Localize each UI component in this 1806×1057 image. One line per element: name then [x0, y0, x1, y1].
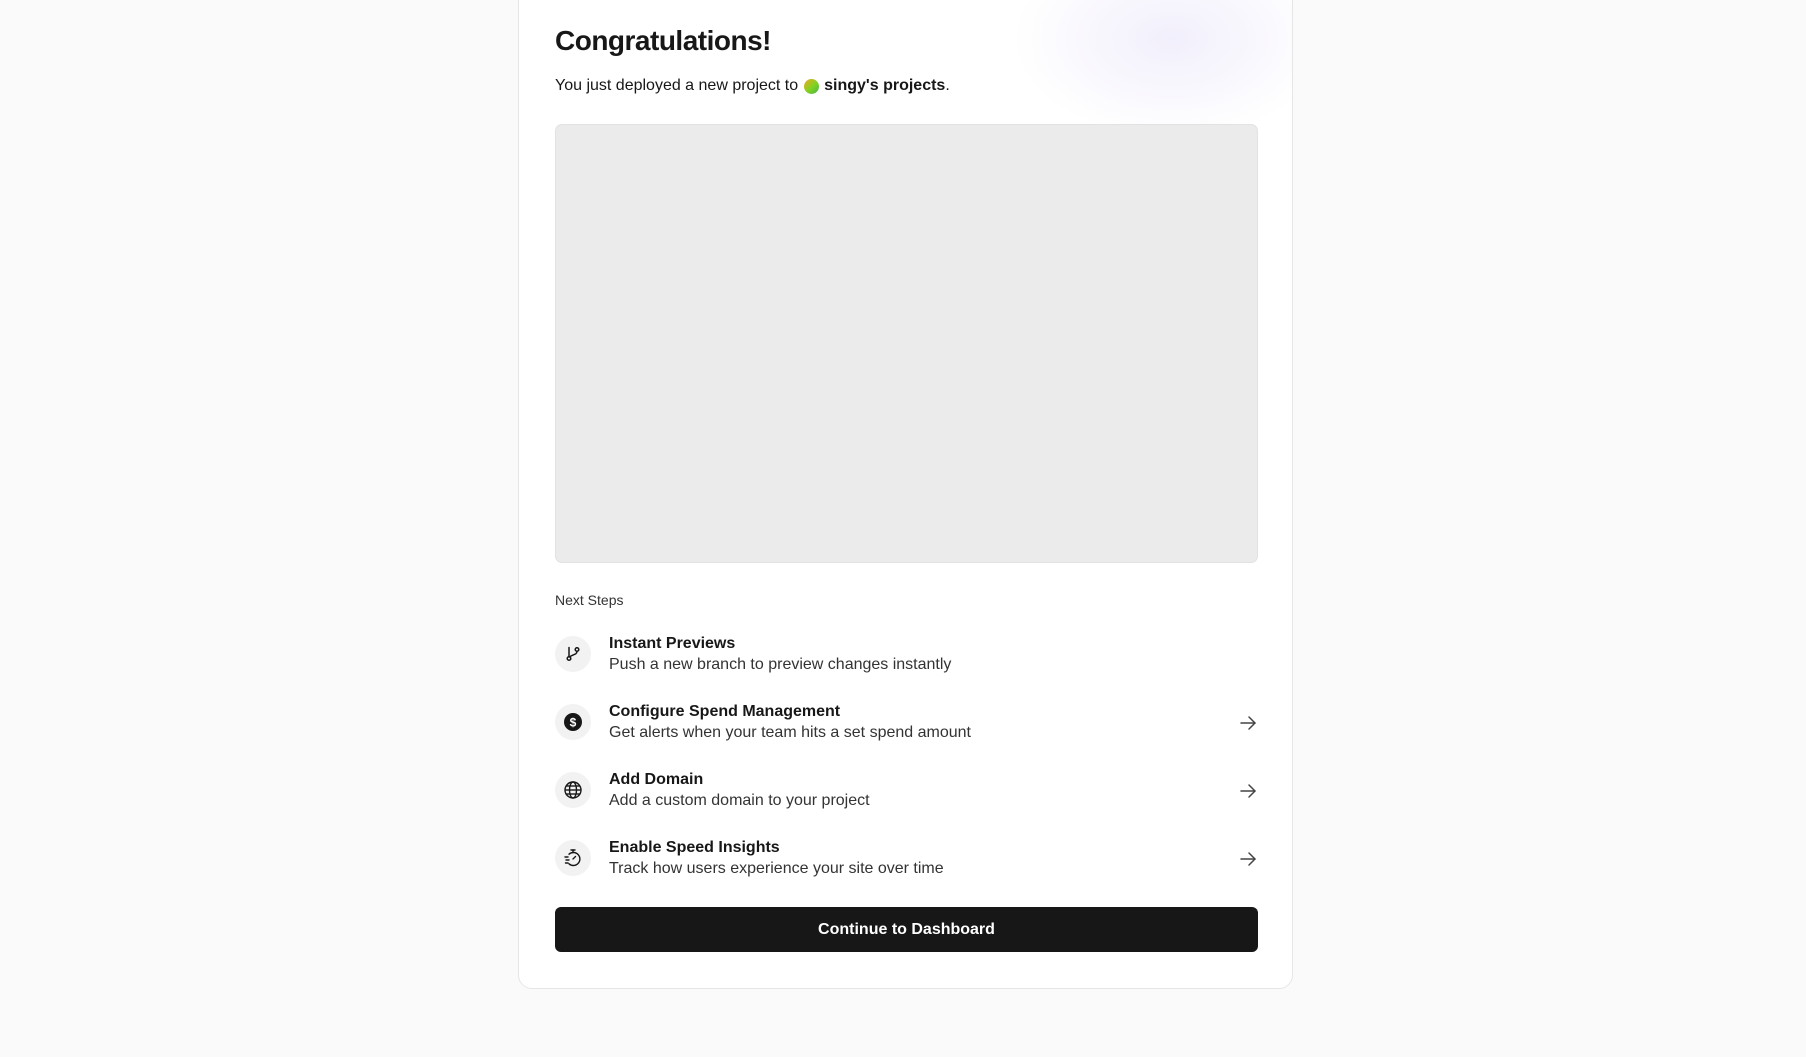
step-instant-previews[interactable]: Instant Previews Push a new branch to pr… [555, 628, 1258, 696]
next-steps-list: Instant Previews Push a new branch to pr… [555, 628, 1258, 900]
step-enable-speed-insights[interactable]: Enable Speed Insights Track how users ex… [555, 832, 1258, 900]
step-text: Add Domain Add a custom domain to your p… [609, 764, 870, 812]
deployment-preview[interactable] [555, 124, 1258, 563]
step-add-domain[interactable]: Add Domain Add a custom domain to your p… [555, 764, 1258, 832]
step-title: Add Domain [609, 771, 704, 788]
step-title: Enable Speed Insights [609, 839, 780, 856]
arrow-right-icon[interactable] [1238, 849, 1258, 869]
team-avatar [804, 78, 820, 94]
subtitle-period: . [945, 77, 950, 94]
step-text: Enable Speed Insights Track how users ex… [609, 832, 944, 880]
team-name-link[interactable]: singy's projects [824, 77, 945, 95]
subtitle-text: You just deployed a new project to [555, 77, 799, 94]
page-title: Congratulations! [555, 25, 772, 56]
step-description: Push a new branch to preview changes ins… [609, 656, 952, 673]
stopwatch-icon [555, 840, 591, 876]
dollar-icon: $ [555, 704, 591, 740]
step-description: Get alerts when your team hits a set spe… [609, 724, 971, 741]
deploy-subtitle: You just deployed a new project to singy… [555, 77, 950, 95]
step-configure-spend-management[interactable]: $ Configure Spend Management Get alerts … [555, 696, 1258, 764]
arrow-right-icon[interactable] [1238, 781, 1258, 801]
step-title: Configure Spend Management [609, 703, 841, 720]
step-description: Add a custom domain to your project [609, 792, 870, 809]
arrow-right-icon[interactable] [1238, 713, 1258, 733]
deployment-success-card: Congratulations! You just deployed a new… [518, 0, 1293, 989]
decorative-glow [1012, 0, 1292, 139]
step-description: Track how users experience your site ove… [609, 860, 944, 877]
step-title: Instant Previews [609, 635, 736, 652]
svg-text:$: $ [570, 715, 577, 729]
globe-icon [555, 772, 591, 808]
continue-to-dashboard-button[interactable]: Continue to Dashboard [555, 907, 1258, 952]
step-text: Configure Spend Management Get alerts wh… [609, 696, 971, 744]
step-text: Instant Previews Push a new branch to pr… [609, 628, 951, 676]
next-steps-label: Next Steps [555, 592, 624, 608]
git-branch-icon [555, 636, 591, 672]
